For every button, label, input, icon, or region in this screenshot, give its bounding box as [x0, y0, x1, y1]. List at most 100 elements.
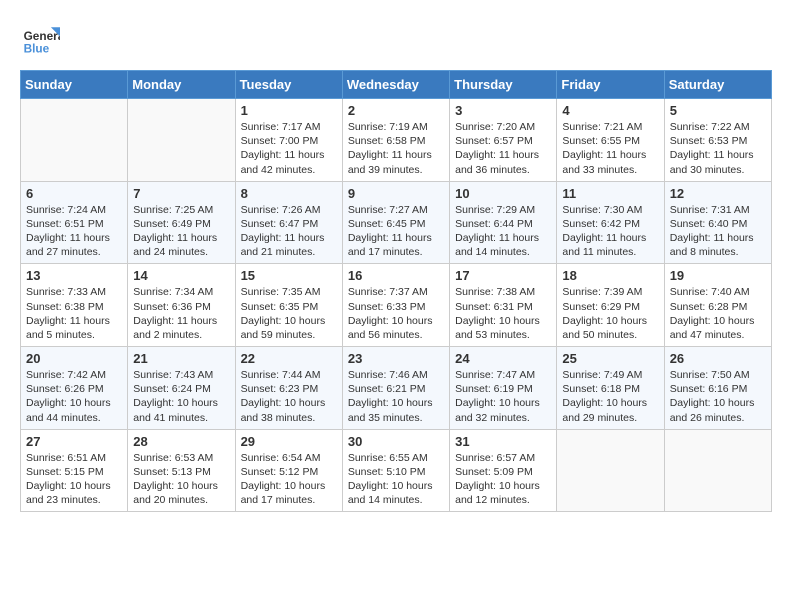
day-info: Sunset: 6:31 PM — [455, 300, 551, 314]
day-number: 31 — [455, 434, 551, 449]
calendar-cell — [557, 429, 664, 512]
day-header-wednesday: Wednesday — [342, 71, 449, 99]
day-info: Daylight: 10 hours and 53 minutes. — [455, 314, 551, 342]
day-number: 21 — [133, 351, 229, 366]
day-info: Daylight: 11 hours and 11 minutes. — [562, 231, 658, 259]
day-info: Sunset: 5:10 PM — [348, 465, 444, 479]
day-info: Daylight: 10 hours and 47 minutes. — [670, 314, 766, 342]
day-info: Sunrise: 7:29 AM — [455, 203, 551, 217]
day-info: Sunset: 6:40 PM — [670, 217, 766, 231]
day-info: Sunrise: 7:26 AM — [241, 203, 337, 217]
day-number: 2 — [348, 103, 444, 118]
day-number: 17 — [455, 268, 551, 283]
week-row-3: 13Sunrise: 7:33 AMSunset: 6:38 PMDayligh… — [21, 264, 772, 347]
calendar-cell: 1Sunrise: 7:17 AMSunset: 7:00 PMDaylight… — [235, 99, 342, 182]
day-number: 10 — [455, 186, 551, 201]
week-row-1: 1Sunrise: 7:17 AMSunset: 7:00 PMDaylight… — [21, 99, 772, 182]
day-info: Sunrise: 7:20 AM — [455, 120, 551, 134]
header-row: SundayMondayTuesdayWednesdayThursdayFrid… — [21, 71, 772, 99]
day-info: Sunset: 6:24 PM — [133, 382, 229, 396]
day-info: Sunset: 6:51 PM — [26, 217, 122, 231]
calendar-cell — [664, 429, 771, 512]
day-number: 23 — [348, 351, 444, 366]
day-info: Daylight: 11 hours and 8 minutes. — [670, 231, 766, 259]
day-info: Daylight: 10 hours and 32 minutes. — [455, 396, 551, 424]
svg-text:Blue: Blue — [24, 42, 50, 56]
calendar-cell: 3Sunrise: 7:20 AMSunset: 6:57 PMDaylight… — [450, 99, 557, 182]
day-info: Daylight: 11 hours and 17 minutes. — [348, 231, 444, 259]
day-info: Sunrise: 6:57 AM — [455, 451, 551, 465]
day-info: Daylight: 10 hours and 17 minutes. — [241, 479, 337, 507]
calendar-cell: 13Sunrise: 7:33 AMSunset: 6:38 PMDayligh… — [21, 264, 128, 347]
day-info: Sunrise: 7:39 AM — [562, 285, 658, 299]
calendar-cell: 30Sunrise: 6:55 AMSunset: 5:10 PMDayligh… — [342, 429, 449, 512]
calendar-cell: 19Sunrise: 7:40 AMSunset: 6:28 PMDayligh… — [664, 264, 771, 347]
day-number: 14 — [133, 268, 229, 283]
day-info: Sunset: 6:21 PM — [348, 382, 444, 396]
day-number: 4 — [562, 103, 658, 118]
day-info: Sunrise: 7:34 AM — [133, 285, 229, 299]
day-info: Daylight: 11 hours and 36 minutes. — [455, 148, 551, 176]
day-info: Sunrise: 7:49 AM — [562, 368, 658, 382]
day-info: Sunrise: 7:50 AM — [670, 368, 766, 382]
day-info: Daylight: 11 hours and 5 minutes. — [26, 314, 122, 342]
day-number: 26 — [670, 351, 766, 366]
day-info: Daylight: 11 hours and 33 minutes. — [562, 148, 658, 176]
day-info: Sunset: 6:33 PM — [348, 300, 444, 314]
day-info: Sunset: 5:12 PM — [241, 465, 337, 479]
day-header-monday: Monday — [128, 71, 235, 99]
day-info: Sunrise: 7:38 AM — [455, 285, 551, 299]
day-info: Daylight: 11 hours and 42 minutes. — [241, 148, 337, 176]
day-info: Sunset: 6:26 PM — [26, 382, 122, 396]
day-number: 24 — [455, 351, 551, 366]
day-info: Sunrise: 7:42 AM — [26, 368, 122, 382]
day-info: Sunrise: 7:27 AM — [348, 203, 444, 217]
calendar-cell: 29Sunrise: 6:54 AMSunset: 5:12 PMDayligh… — [235, 429, 342, 512]
day-info: Sunset: 5:15 PM — [26, 465, 122, 479]
day-info: Sunset: 6:28 PM — [670, 300, 766, 314]
day-info: Daylight: 11 hours and 30 minutes. — [670, 148, 766, 176]
calendar-cell: 16 Sunrise: 7:37 AMSunset: 6:33 PMDayligh… — [342, 264, 449, 347]
day-number: 5 — [670, 103, 766, 118]
logo: General Blue — [20, 20, 64, 60]
day-number: 16 — [348, 268, 444, 283]
day-info: Daylight: 10 hours and 59 minutes. — [241, 314, 337, 342]
day-info: Sunrise: 7:47 AM — [455, 368, 551, 382]
week-row-4: 20Sunrise: 7:42 AMSunset: 6:26 PMDayligh… — [21, 347, 772, 430]
page-header: General Blue — [20, 20, 772, 60]
day-info: Daylight: 10 hours and 44 minutes. — [26, 396, 122, 424]
day-info: Daylight: 11 hours and 21 minutes. — [241, 231, 337, 259]
calendar-cell: 22Sunrise: 7:44 AMSunset: 6:23 PMDayligh… — [235, 347, 342, 430]
day-header-saturday: Saturday — [664, 71, 771, 99]
calendar-cell: 2Sunrise: 7:19 AMSunset: 6:58 PMDaylight… — [342, 99, 449, 182]
day-info: Daylight: 10 hours and 23 minutes. — [26, 479, 122, 507]
calendar-cell: 21 Sunrise: 7:43 AMSunset: 6:24 PMDayligh… — [128, 347, 235, 430]
calendar-cell: 20Sunrise: 7:42 AMSunset: 6:26 PMDayligh… — [21, 347, 128, 430]
calendar-cell: 7Sunrise: 7:25 AMSunset: 6:49 PMDaylight… — [128, 181, 235, 264]
day-number: 1 — [241, 103, 337, 118]
day-info: Daylight: 10 hours and 12 minutes. — [455, 479, 551, 507]
calendar-cell: 11Sunrise: 7:30 AMSunset: 6:42 PMDayligh… — [557, 181, 664, 264]
day-number: 30 — [348, 434, 444, 449]
day-info: Sunrise: 7:19 AM — [348, 120, 444, 134]
calendar-table: SundayMondayTuesdayWednesdayThursdayFrid… — [20, 70, 772, 512]
day-number: 18 — [562, 268, 658, 283]
day-info: Sunrise: 7:43 AM — [133, 368, 229, 382]
day-info: Sunset: 6:16 PM — [670, 382, 766, 396]
day-info: Sunrise: 7:37 AM — [348, 285, 444, 299]
day-info: Daylight: 10 hours and 56 minutes. — [348, 314, 444, 342]
logo-icon: General Blue — [20, 20, 60, 60]
calendar-cell: 24Sunrise: 7:47 AMSunset: 6:19 PMDayligh… — [450, 347, 557, 430]
day-info: Sunset: 6:55 PM — [562, 134, 658, 148]
day-number: 27 — [26, 434, 122, 449]
day-info: Sunset: 6:58 PM — [348, 134, 444, 148]
calendar-cell — [128, 99, 235, 182]
calendar-cell: 4Sunrise: 7:21 AMSunset: 6:55 PMDaylight… — [557, 99, 664, 182]
day-info: Sunset: 6:49 PM — [133, 217, 229, 231]
calendar-cell: 17 Sunrise: 7:38 AMSunset: 6:31 PMDayligh… — [450, 264, 557, 347]
calendar-cell: 8Sunrise: 7:26 AMSunset: 6:47 PMDaylight… — [235, 181, 342, 264]
day-number: 29 — [241, 434, 337, 449]
day-info: Daylight: 10 hours and 29 minutes. — [562, 396, 658, 424]
day-info: Daylight: 10 hours and 41 minutes. — [133, 396, 229, 424]
calendar-cell: 15Sunrise: 7:35 AMSunset: 6:35 PMDayligh… — [235, 264, 342, 347]
